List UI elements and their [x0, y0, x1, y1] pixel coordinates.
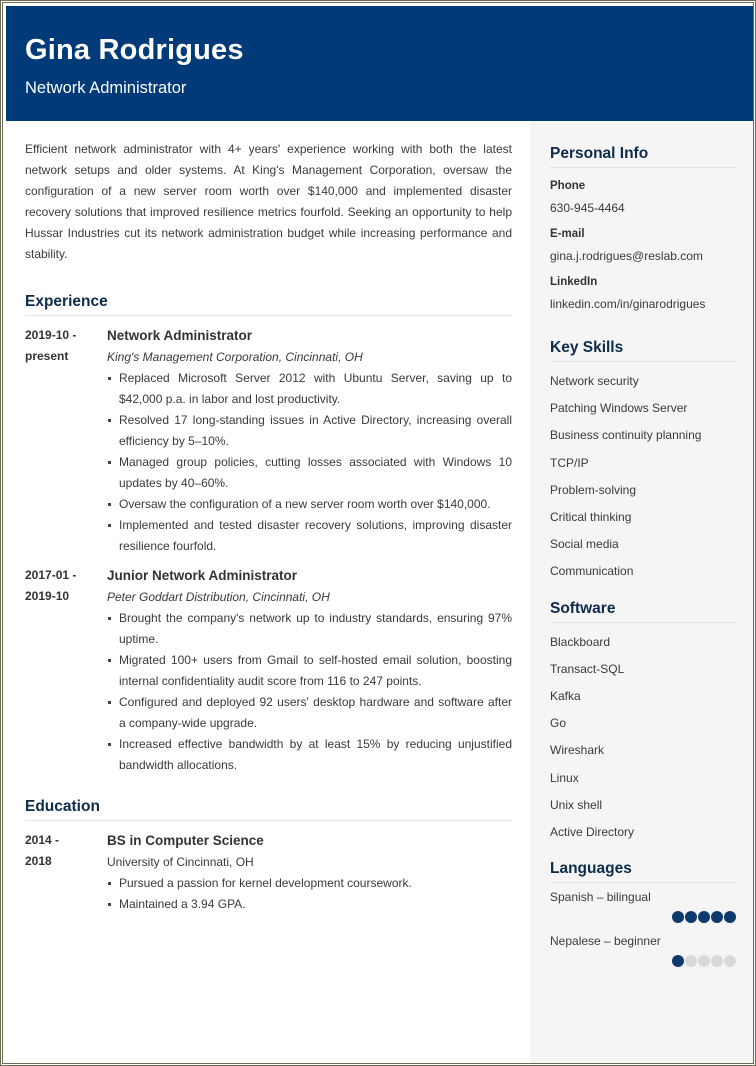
- personal-info-heading: Personal Info: [550, 145, 736, 168]
- languages-heading: Languages: [550, 860, 736, 884]
- school: University of Cincinnati, OH: [107, 855, 254, 869]
- skill-item: Business continuity planning: [550, 428, 702, 443]
- language-level-dots: [550, 911, 736, 924]
- bullet-item: Pursued a passion for kernel development…: [107, 873, 512, 894]
- main-column: Efficient network administrator with 4+ …: [25, 139, 512, 915]
- job-bullets: Brought the company's network up to indu…: [107, 608, 512, 776]
- skill-item: Critical thinking: [550, 510, 632, 525]
- level-dot-empty: [724, 955, 736, 968]
- level-dot-empty: [698, 955, 710, 968]
- bullet-item: Increased effective bandwidth by at leas…: [107, 734, 512, 776]
- linkedin-label: LinkedIn: [550, 276, 598, 288]
- summary: Efficient network administrator with 4+ …: [25, 142, 512, 261]
- resume-header: Gina Rodrigues Network Administrator: [6, 6, 753, 121]
- education-heading: Education: [25, 798, 512, 821]
- sidebar: Personal Info Phone 630-945-4464 E-mail …: [530, 121, 753, 1063]
- software-item: Blackboard: [550, 634, 611, 649]
- bullet-item: Replaced Microsoft Server 2012 with Ubun…: [107, 368, 512, 410]
- education-bullets: Pursued a passion for kernel development…: [107, 873, 512, 915]
- skill-item: Patching Windows Server: [550, 401, 688, 416]
- linkedin-value: linkedin.com/in/ginarodrigues: [550, 297, 706, 311]
- key-skills-list: Network security Patching Windows Server…: [550, 368, 736, 586]
- date-start: 2019-10 -: [25, 328, 77, 342]
- experience-heading: Experience: [25, 293, 512, 316]
- education-entry: 2014 - 2018 BS in Computer Science Unive…: [25, 830, 512, 915]
- skill-item: Problem-solving: [550, 482, 637, 497]
- key-skills-heading: Key Skills: [550, 339, 736, 362]
- job-bullets: Replaced Microsoft Server 2012 with Ubun…: [107, 368, 512, 557]
- email-value: gina.j.rodrigues@reslab.com: [550, 249, 703, 263]
- skill-item: Network security: [550, 374, 639, 388]
- language-name: Spanish – bilingual: [550, 890, 651, 905]
- bullet-item: Resolved 17 long-standing issues in Acti…: [107, 410, 512, 452]
- job-company: Peter Goddart Distribution, Cincinnati, …: [107, 590, 330, 604]
- date-end: present: [25, 349, 69, 363]
- level-dot-filled: [685, 911, 697, 924]
- job-role: Junior Network Administrator: [107, 568, 298, 583]
- level-dot-filled: [672, 911, 684, 924]
- date-start: 2017-01 -: [25, 568, 77, 582]
- software-item: Active Directory: [550, 825, 635, 840]
- experience-entry: 2019-10 - present Network Administrator …: [25, 325, 512, 557]
- language-level-dots: [550, 955, 736, 968]
- level-dot-filled: [711, 911, 723, 924]
- skill-item: Communication: [550, 564, 634, 579]
- entry-date: 2014 - 2018: [25, 830, 95, 872]
- language-item: Spanish – bilingual: [550, 889, 736, 924]
- language-item: Nepalese – beginner: [550, 933, 736, 968]
- language-name: Nepalese – beginner: [550, 934, 661, 949]
- level-dot-filled: [724, 911, 736, 924]
- bullet-item: Oversaw the configuration of a new serve…: [107, 494, 512, 515]
- software-item: Transact-SQL: [550, 661, 625, 676]
- bullet-item: Migrated 100+ users from Gmail to self-h…: [107, 650, 512, 692]
- job-role: Network Administrator: [107, 328, 253, 343]
- level-dot-filled: [698, 911, 710, 924]
- entry-date: 2019-10 - present: [25, 325, 95, 367]
- bullet-item: Brought the company's network up to indu…: [107, 608, 512, 650]
- date-start: 2014 -: [25, 833, 60, 847]
- date-end: 2019-10: [25, 589, 70, 603]
- software-item: Unix shell: [550, 797, 603, 812]
- skill-item: TCP/IP: [550, 455, 589, 470]
- software-item: Kafka: [550, 689, 581, 704]
- level-dot-empty: [711, 955, 723, 968]
- job-company: King's Management Corporation, Cincinnat…: [107, 350, 363, 364]
- level-dot-filled: [672, 955, 684, 968]
- software-item: Go: [550, 716, 567, 731]
- degree: BS in Computer Science: [107, 833, 264, 848]
- experience-entry: 2017-01 - 2019-10 Junior Network Adminis…: [25, 565, 512, 776]
- bullet-item: Managed group policies, cutting losses a…: [107, 452, 512, 494]
- bullet-item: Implemented and tested disaster recovery…: [107, 515, 512, 557]
- skill-item: Social media: [550, 537, 619, 552]
- software-item: Linux: [550, 770, 579, 785]
- software-list: Blackboard Transact-SQL Kafka Go Wiresha…: [550, 629, 736, 847]
- level-dot-empty: [685, 955, 697, 968]
- resume-page: Gina Rodrigues Network Administrator Eff…: [0, 0, 756, 1066]
- phone-value: 630-945-4464: [550, 201, 625, 215]
- phone-label: Phone: [550, 180, 586, 192]
- entry-date: 2017-01 - 2019-10: [25, 565, 95, 607]
- software-item: Wireshark: [550, 743, 605, 758]
- email-label: E-mail: [550, 228, 585, 240]
- bullet-item: Configured and deployed 92 users' deskto…: [107, 692, 512, 734]
- date-end: 2018: [25, 854, 52, 868]
- candidate-name: Gina Rodrigues: [25, 34, 244, 66]
- bullet-item: Maintained a 3.94 GPA.: [107, 894, 512, 915]
- software-heading: Software: [550, 600, 736, 623]
- candidate-title: Network Administrator: [25, 79, 187, 97]
